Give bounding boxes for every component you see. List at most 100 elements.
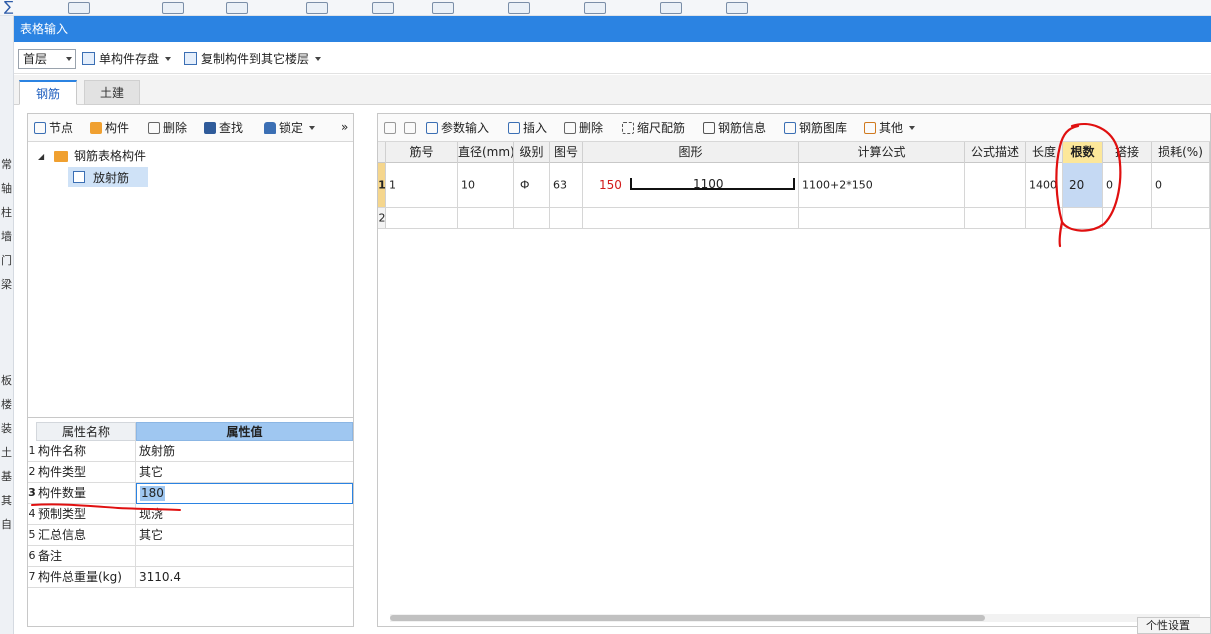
- cell-bar-no[interactable]: 1: [386, 163, 458, 207]
- property-row[interactable]: 2 构件类型 其它: [28, 462, 353, 483]
- save-single-component-button[interactable]: 单构件存盘: [82, 50, 172, 68]
- table-row[interactable]: 2: [378, 208, 1210, 229]
- cell-shape[interactable]: [583, 208, 799, 228]
- property-row-selected[interactable]: 3 构件数量 180: [28, 483, 353, 504]
- property-name: 构件数量: [38, 483, 136, 503]
- col-header-formula-desc[interactable]: 公式描述: [965, 142, 1026, 163]
- col-header-grade[interactable]: 级别: [514, 142, 550, 163]
- cell-diameter[interactable]: 10: [458, 163, 514, 207]
- property-value[interactable]: 其它: [139, 462, 349, 482]
- rebar-info-button[interactable]: 钢筋信息: [703, 120, 766, 136]
- bg-nav-char: 基: [1, 470, 12, 483]
- property-value[interactable]: 3110.4: [139, 567, 349, 587]
- cell-lap[interactable]: [1103, 208, 1152, 228]
- delete-row-button[interactable]: 删除: [564, 120, 603, 136]
- gear-icon: [864, 122, 876, 134]
- copy-to-floor-button[interactable]: 复制构件到其它楼层: [184, 50, 322, 68]
- cell-lap[interactable]: 0: [1103, 163, 1152, 207]
- scale-rebar-button[interactable]: 缩尺配筋: [622, 120, 685, 136]
- move-up-button[interactable]: [384, 120, 399, 136]
- delete-icon: [148, 122, 160, 134]
- add-component-button[interactable]: 构件: [90, 120, 129, 136]
- grid-corner: [378, 142, 386, 163]
- property-row[interactable]: 4 预制类型 现浇: [28, 504, 353, 525]
- rebar-library-button[interactable]: 钢筋图库: [784, 120, 847, 136]
- other-button[interactable]: 其他: [864, 120, 916, 136]
- move-down-button[interactable]: [404, 120, 419, 136]
- scrollbar-thumb[interactable]: [390, 615, 985, 621]
- col-header-diameter[interactable]: 直径(mm): [458, 142, 514, 163]
- find-button[interactable]: 查找: [204, 120, 243, 136]
- property-value[interactable]: 其它: [139, 525, 349, 545]
- cell-loss[interactable]: 0: [1152, 163, 1210, 207]
- table-input-dialog: 表格输入 首层 单构件存盘 复制构件到其它楼层 钢筋 土建 节点 构件 删除 查…: [14, 16, 1211, 634]
- insert-button[interactable]: 插入: [508, 120, 547, 136]
- cell-shape-no[interactable]: [550, 208, 583, 228]
- col-header-formula[interactable]: 计算公式: [799, 142, 965, 163]
- tree-root-node[interactable]: 钢筋表格构件: [74, 147, 146, 165]
- delete-icon: [564, 122, 576, 134]
- bg-nav-char: 梁: [1, 278, 12, 291]
- cell-formula[interactable]: [799, 208, 965, 228]
- property-row[interactable]: 7 构件总重量(kg) 3110.4: [28, 567, 353, 588]
- property-value[interactable]: 现浇: [139, 504, 349, 524]
- bg-nav-char: 装: [1, 422, 12, 435]
- cell-diameter[interactable]: [458, 208, 514, 228]
- property-value-editor[interactable]: [136, 483, 353, 504]
- cell-text: Ф: [520, 178, 530, 192]
- cell-grade[interactable]: Ф: [514, 163, 550, 207]
- overflow-button[interactable]: »: [341, 119, 348, 135]
- property-row[interactable]: 5 汇总信息 其它: [28, 525, 353, 546]
- chevron-down-icon: [315, 57, 322, 61]
- tree-child-node[interactable]: 放射筋: [68, 167, 148, 187]
- cell-text: 0: [1106, 178, 1113, 192]
- col-header-lap[interactable]: 搭接: [1103, 142, 1152, 163]
- row-number-text: 1: [378, 178, 386, 192]
- tree-collapse-icon[interactable]: ◢: [38, 148, 44, 166]
- add-component-label: 构件: [105, 121, 130, 135]
- cell-bar-no[interactable]: [386, 208, 458, 228]
- cell-length[interactable]: [1026, 208, 1063, 228]
- cell-loss[interactable]: [1152, 208, 1210, 228]
- row-index: 7: [28, 570, 36, 583]
- cell-shape-no[interactable]: 63: [550, 163, 583, 207]
- property-value-selected-text[interactable]: 180: [140, 486, 165, 501]
- lock-button[interactable]: 锁定: [264, 120, 316, 136]
- row-index: 2: [28, 465, 36, 478]
- bg-nav-char: 墙: [1, 230, 12, 243]
- property-row[interactable]: 6 备注: [28, 546, 353, 567]
- tab-civil[interactable]: 土建: [84, 80, 140, 105]
- property-name: 构件类型: [38, 462, 136, 482]
- delete-component-button[interactable]: 删除: [148, 120, 187, 136]
- rebar-info-label: 钢筋信息: [718, 121, 767, 135]
- cell-count[interactable]: [1063, 208, 1103, 228]
- col-header-shape-no[interactable]: 图号: [550, 142, 583, 163]
- property-value[interactable]: 放射筋: [139, 441, 349, 461]
- bg-nav-char: 常: [1, 158, 12, 171]
- floor-select[interactable]: 首层: [18, 49, 76, 69]
- property-row[interactable]: 1 构件名称 放射筋: [28, 441, 353, 462]
- arrow-down-icon: [404, 122, 416, 134]
- chevron-down-icon: [66, 57, 72, 61]
- cell-length[interactable]: 1400: [1026, 163, 1063, 207]
- personal-settings-button[interactable]: 个性设置: [1137, 617, 1211, 634]
- node-icon: [34, 122, 46, 134]
- table-row[interactable]: 1 1 10 Ф 63 150 1100 1100+2*150 1400 20 …: [378, 163, 1210, 208]
- col-header-bar-no[interactable]: 筋号: [386, 142, 458, 163]
- folder-icon: [54, 151, 68, 162]
- cell-shape[interactable]: 150 1100: [583, 163, 799, 207]
- tab-steel[interactable]: 钢筋: [19, 80, 77, 105]
- col-header-shape[interactable]: 图形: [583, 142, 799, 163]
- tab-bar: 钢筋 土建: [14, 75, 1211, 105]
- cell-count[interactable]: 20: [1063, 163, 1103, 207]
- cell-formula-desc[interactable]: [965, 163, 1026, 207]
- param-input-button[interactable]: 参数输入: [426, 120, 489, 136]
- col-header-loss[interactable]: 损耗(%): [1152, 142, 1210, 163]
- cell-formula-desc[interactable]: [965, 208, 1026, 228]
- horizontal-scrollbar[interactable]: [390, 614, 1200, 622]
- col-header-count[interactable]: 根数: [1063, 142, 1103, 163]
- cell-formula[interactable]: 1100+2*150: [799, 163, 965, 207]
- col-header-length[interactable]: 长度: [1026, 142, 1063, 163]
- add-node-button[interactable]: 节点: [34, 120, 73, 136]
- cell-grade[interactable]: [514, 208, 550, 228]
